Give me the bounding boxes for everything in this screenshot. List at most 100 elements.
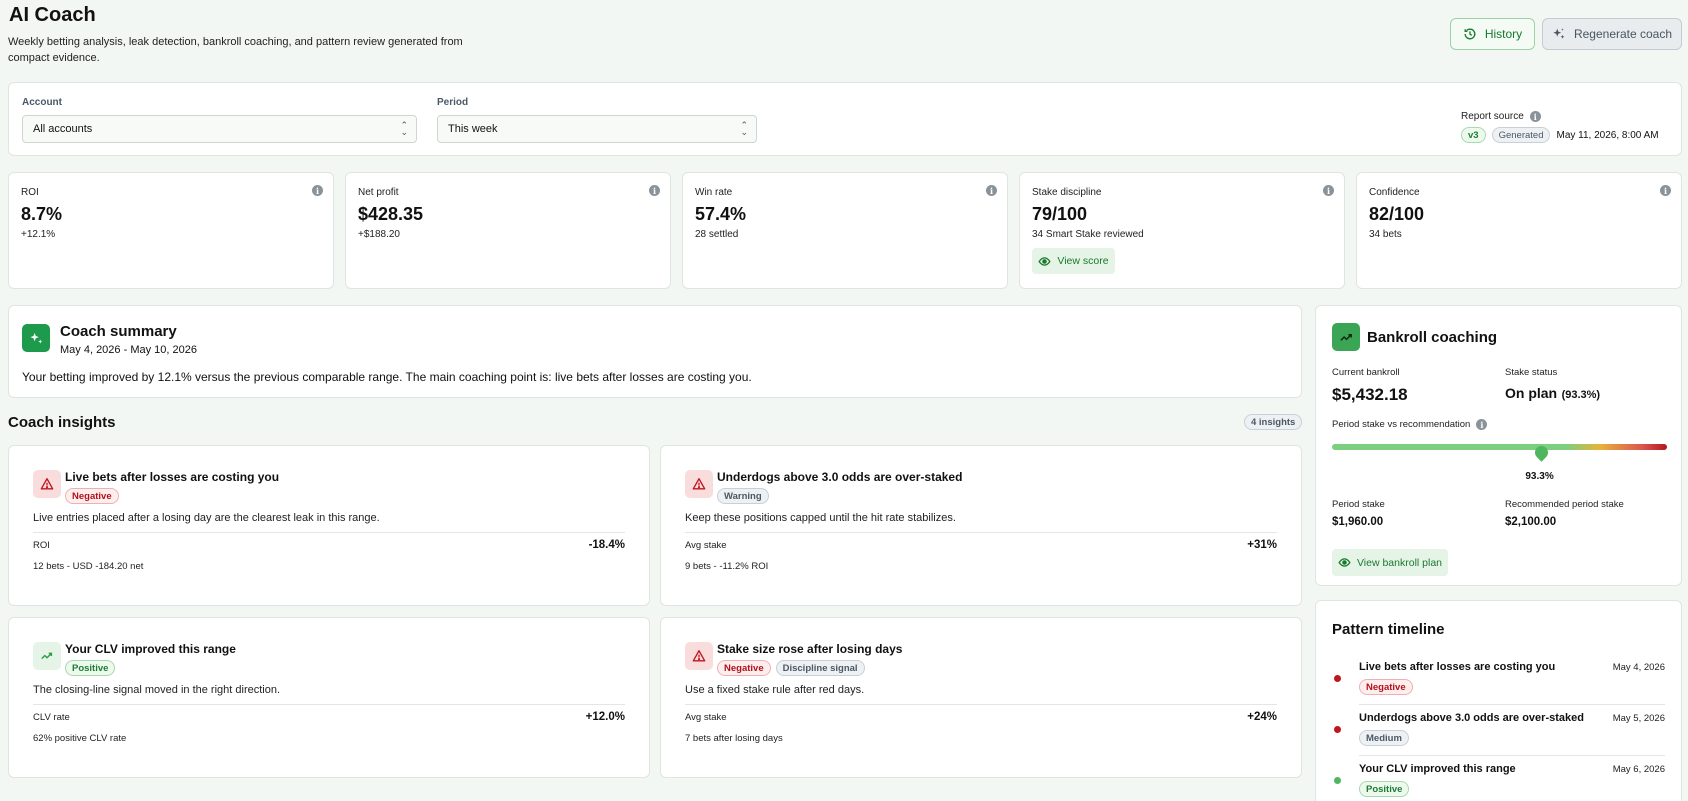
warning-icon (33, 470, 61, 498)
view-score-label: View score (1057, 255, 1109, 267)
insight-tags: Negative (65, 488, 119, 504)
current-bankroll-label: Current bankroll (1332, 367, 1400, 378)
insight-title: Underdogs above 3.0 odds are over-staked (717, 470, 963, 484)
divider (1359, 755, 1665, 756)
warning-icon (685, 470, 713, 498)
current-bankroll-value: $5,432.18 (1332, 385, 1408, 404)
info-icon[interactable]: i (1323, 185, 1334, 196)
bankroll-coaching-card: Bankroll coaching Current bankroll $5,43… (1315, 305, 1682, 586)
eye-icon (1338, 558, 1351, 567)
info-icon[interactable]: i (1529, 111, 1541, 122)
period-stake-value: $1,960.00 (1332, 516, 1384, 528)
insight-card[interactable]: Stake size rose after losing days Negati… (660, 617, 1302, 778)
kpi-value: 82/100 (1369, 204, 1425, 224)
history-icon (1464, 28, 1476, 40)
report-source-text: Report source (1461, 111, 1524, 122)
insight-metric-label: Avg stake (685, 712, 727, 723)
insight-tag: Discipline signal (775, 660, 865, 676)
insight-card[interactable]: Your CLV improved this range Positive Th… (8, 617, 650, 778)
divider (685, 532, 1277, 533)
timeline-dot (1334, 777, 1341, 784)
generated-at: May 11, 2026, 8:00 AM (1556, 129, 1659, 141)
insight-description: Live entries placed after a losing day a… (33, 512, 380, 524)
insight-tag: Negative (717, 660, 771, 676)
kpi-card-confidence: Confidence i 82/100 34 bets (1356, 172, 1682, 289)
kpi-subtext: +$188.20 (358, 229, 400, 240)
kpi-value: $428.35 (358, 204, 424, 224)
insight-description: The closing-line signal moved in the rig… (33, 684, 281, 696)
divider (33, 532, 625, 533)
recommended-stake-value: $2,100.00 (1505, 516, 1557, 528)
info-icon[interactable]: i (649, 185, 660, 196)
stake-status-pct: (93.3%) (1561, 389, 1601, 401)
page-title: AI Coach (9, 4, 96, 26)
period-stake-label: Period stake (1332, 499, 1385, 510)
kpi-value: 57.4% (695, 204, 747, 224)
view-bankroll-plan-label: View bankroll plan (1356, 556, 1443, 569)
regenerate-coach-button[interactable]: Regenerate coach (1542, 18, 1682, 50)
insight-footnote: 9 bets - -11.2% ROI (685, 561, 769, 572)
insight-metric-value: +31% (1247, 539, 1277, 551)
stake-status-text: On plan (1505, 385, 1558, 401)
insight-footnote: 7 bets after losing days (685, 733, 783, 744)
eye-icon (1038, 256, 1051, 266)
account-select[interactable]: All accounts ⌃ ⌄ (22, 115, 417, 143)
pattern-timeline-title: Pattern timeline (1332, 621, 1445, 638)
insight-tags: Negative Discipline signal (717, 660, 865, 676)
timeline-dot (1334, 726, 1341, 733)
kpi-value: 79/100 (1032, 204, 1088, 224)
insight-card[interactable]: Underdogs above 3.0 odds are over-staked… (660, 445, 1302, 606)
divider (1359, 704, 1665, 705)
kpi-label: Net profit (358, 187, 399, 198)
kpi-card-stake-discipline: Stake discipline i 79/100 34 Smart Stake… (1019, 172, 1345, 289)
insight-title: Stake size rose after losing days (717, 642, 903, 656)
insight-tags: Warning (717, 488, 769, 504)
info-icon[interactable]: i (1660, 185, 1671, 196)
gauge-track (1332, 444, 1667, 450)
timeline-title: Your CLV improved this range (1359, 763, 1516, 775)
insight-tag: Negative (65, 488, 119, 504)
insight-metric-value: +12.0% (585, 711, 625, 723)
info-icon[interactable]: i (312, 185, 323, 196)
timeline-date: May 6, 2026 (1612, 764, 1665, 775)
timeline-tag: Positive (1359, 781, 1410, 797)
insight-footnote: 12 bets - USD -184.20 net (33, 561, 144, 572)
period-select[interactable]: This week ⌃ ⌄ (437, 115, 757, 143)
gauge-label: Period stake vs recommendation i (1332, 419, 1488, 430)
timeline-title: Underdogs above 3.0 odds are over-staked (1359, 712, 1584, 724)
timeline-date: May 5, 2026 (1612, 713, 1665, 724)
page-description: Weekly betting analysis, leak detection,… (8, 36, 463, 64)
insights-count-badge: 4 insights (1244, 414, 1303, 430)
account-select-value: All accounts (33, 123, 93, 135)
info-icon[interactable]: i (986, 185, 997, 196)
divider (685, 704, 1277, 705)
history-button[interactable]: History (1450, 18, 1535, 50)
report-source-tags: v3 Generated May 11, 2026, 8:00 AM (1461, 127, 1659, 143)
stake-status-value: On plan (93.3%) (1505, 385, 1600, 403)
view-bankroll-plan-button[interactable]: View bankroll plan (1332, 549, 1448, 576)
divider (33, 704, 625, 705)
insight-tag: Warning (717, 488, 769, 504)
kpi-value: 8.7% (21, 204, 63, 224)
kpi-card-net-profit: Net profit i $428.35 +$188.20 (345, 172, 671, 289)
kpi-subtext: 34 bets (1369, 229, 1402, 240)
insight-tags: Positive (65, 660, 116, 676)
insight-title: Your CLV improved this range (65, 642, 236, 656)
view-score-button[interactable]: View score (1032, 248, 1115, 274)
kpi-card-roi: ROI i 8.7% +12.1% (8, 172, 334, 289)
timeline-title: Live bets after losses are costing you (1359, 661, 1556, 673)
kpi-label: ROI (21, 187, 39, 198)
report-source-label: Report source i (1461, 111, 1541, 122)
kpi-card-win-rate: Win rate i 57.4% 28 settled (682, 172, 1008, 289)
insight-metric-label: Avg stake (685, 540, 727, 551)
regenerate-label: Regenerate coach (1573, 27, 1673, 41)
bankroll-coaching-title: Bankroll coaching (1367, 329, 1498, 346)
insight-title: Live bets after losses are costing you (65, 470, 280, 484)
chevron-updown-icon: ⌃ ⌄ (740, 120, 748, 137)
stake-status-label: Stake status (1505, 367, 1558, 378)
insight-card[interactable]: Live bets after losses are costing you N… (8, 445, 650, 606)
period-label: Period (437, 97, 469, 108)
coach-summary-card: Coach summary May 4, 2026 - May 10, 2026… (8, 305, 1302, 398)
info-icon[interactable]: i (1476, 419, 1488, 430)
kpi-label: Stake discipline (1032, 187, 1102, 198)
